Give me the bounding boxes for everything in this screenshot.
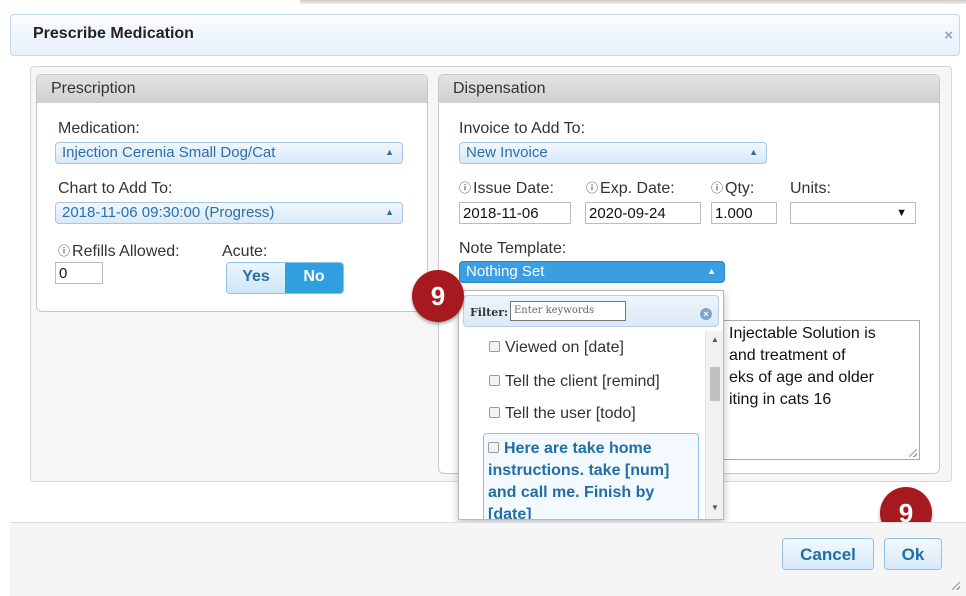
option-label: instructions. take [num] [488, 462, 670, 479]
dispensation-heading: Dispensation [439, 75, 939, 103]
medication-label: Medication: [58, 120, 140, 137]
note-line: Injectable Solution is [729, 325, 876, 342]
checkbox-icon[interactable] [489, 407, 500, 418]
clear-filter-icon[interactable]: × [700, 308, 712, 320]
option-label: and call me. Finish by [488, 484, 655, 501]
qty-label-text: Qty: [725, 180, 755, 197]
note-line: eks of age and older [729, 369, 874, 386]
chart-select[interactable]: 2018-11-06 09:30:00 (Progress) ▲ [55, 202, 403, 224]
scroll-up-icon[interactable]: ▲ [711, 335, 719, 344]
chart-value: 2018-11-06 09:30:00 (Progress) [62, 204, 275, 221]
ok-button[interactable]: Ok [884, 538, 942, 570]
option-label: Tell the client [remind] [505, 373, 660, 390]
acute-label: Acute: [222, 243, 268, 260]
template-option-active[interactable]: Here are take home instructions. take [n… [483, 433, 699, 520]
medication-value: Injection Cerenia Small Dog/Cat [62, 144, 276, 161]
dialog-header[interactable]: Prescribe Medication × [10, 14, 960, 56]
select-arrows-icon: ▲ [707, 266, 716, 276]
refills-label: ⓘ Refills Allowed: [58, 243, 180, 261]
chart-label: Chart to Add To: [58, 180, 173, 197]
note-template-select[interactable]: Nothing Set ▲ [459, 261, 725, 283]
cancel-button[interactable]: Cancel [782, 538, 874, 570]
template-option[interactable]: Viewed on [date] [489, 339, 624, 357]
refills-label-text: Refills Allowed: [72, 243, 180, 260]
note-textarea[interactable]: Injectable Solution is and treatment of … [712, 320, 920, 460]
prescription-heading: Prescription [37, 75, 427, 103]
issue-date-input[interactable]: 2018-11-06 [459, 202, 571, 224]
note-line: iting in cats 16 [729, 391, 832, 408]
units-label: Units: [790, 180, 831, 197]
acute-yes-button[interactable]: Yes [227, 263, 285, 293]
invoice-label: Invoice to Add To: [459, 120, 586, 137]
checkbox-icon[interactable] [488, 442, 499, 453]
info-icon: ⓘ [711, 181, 724, 195]
dialog-title: Prescribe Medication [33, 25, 194, 42]
refills-input[interactable]: 0 [55, 262, 103, 284]
units-select[interactable]: ▼ [790, 202, 916, 224]
info-icon: ⓘ [586, 181, 599, 195]
option-label: Viewed on [date] [505, 339, 624, 356]
acute-no-button[interactable]: No [285, 263, 343, 293]
info-icon: ⓘ [459, 181, 472, 195]
dropdown-scrollbar[interactable]: ▲ ▼ [705, 331, 723, 519]
step-badge: 9 [412, 270, 464, 322]
issue-date-label-text: Issue Date: [473, 180, 554, 197]
note-line: and treatment of [729, 347, 846, 364]
template-option[interactable]: Tell the user [todo] [489, 405, 636, 423]
dialog-resize-icon[interactable] [952, 582, 960, 590]
checkbox-icon[interactable] [489, 341, 500, 352]
invoice-select[interactable]: New Invoice ▲ [459, 142, 767, 164]
option-label: Tell the user [todo] [505, 405, 636, 422]
exp-date-label: ⓘ Exp. Date: [586, 180, 675, 198]
resize-handle-icon[interactable] [909, 449, 917, 457]
acute-toggle[interactable]: Yes No [226, 262, 344, 294]
filter-bar: Filter: Enter keywords × [463, 295, 719, 327]
qty-label: ⓘ Qty: [711, 180, 754, 198]
select-arrows-icon: ▲ [385, 147, 394, 157]
exp-date-label-text: Exp. Date: [600, 180, 675, 197]
exp-date-input[interactable]: 2020-09-24 [585, 202, 701, 224]
checkbox-icon[interactable] [489, 375, 500, 386]
select-arrows-icon: ▲ [749, 147, 758, 157]
option-label: Here are take home [504, 440, 652, 457]
issue-date-label: ⓘ Issue Date: [459, 180, 554, 198]
scrollbar-thumb[interactable] [710, 367, 720, 401]
template-option[interactable]: Tell the client [remind] [489, 373, 660, 391]
medication-select[interactable]: Injection Cerenia Small Dog/Cat ▲ [55, 142, 403, 164]
note-template-dropdown: Filter: Enter keywords × Viewed on [date… [458, 290, 724, 520]
scroll-down-icon[interactable]: ▼ [711, 503, 719, 512]
qty-input[interactable]: 1.000 [711, 202, 777, 224]
chevron-down-icon: ▼ [896, 207, 907, 219]
close-icon[interactable]: × [944, 27, 953, 44]
background-window-edge [300, 0, 966, 4]
select-arrows-icon: ▲ [385, 207, 394, 217]
filter-label: Filter: [470, 306, 509, 319]
info-icon: ⓘ [58, 244, 71, 258]
option-label: [date] [488, 506, 532, 520]
note-template-label: Note Template: [459, 240, 567, 257]
note-template-value: Nothing Set [466, 263, 545, 280]
invoice-value: New Invoice [466, 144, 548, 161]
filter-input[interactable]: Enter keywords [510, 301, 626, 321]
